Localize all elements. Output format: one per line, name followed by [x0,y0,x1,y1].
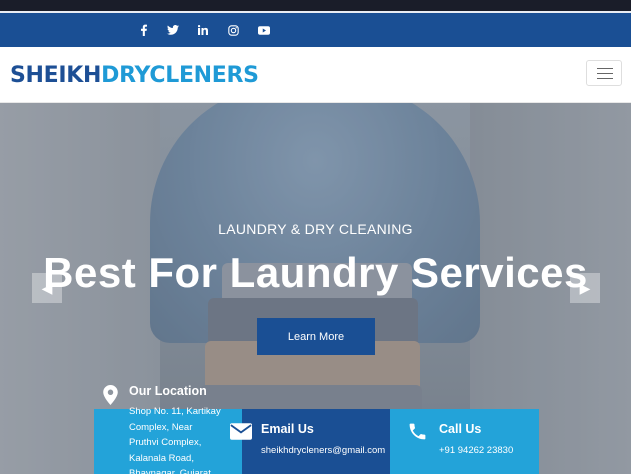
facebook-icon[interactable] [135,21,153,39]
logo-part-1: SHEIKH [10,63,102,88]
map-pin-icon [102,385,119,410]
chevron-right-icon[interactable]: ▶ [570,273,600,303]
address-line: Shop No. 11, Kartikay [129,406,221,417]
main-navbar: SHEIKHDRYCLENERS [0,47,631,103]
hero-carousel: LAUNDRY & DRY CLEANING Best For Laundry … [0,103,631,474]
email-title: Email Us [261,422,314,436]
top-strip [0,0,631,11]
twitter-icon[interactable] [164,21,182,39]
email-link[interactable]: sheikhdrycleners@gmail.com [261,443,389,459]
address-line: Pruthvi Complex, [129,437,202,448]
instagram-icon[interactable] [224,21,242,39]
address-line: Complex, Near [129,421,193,433]
hamburger-menu-icon[interactable] [586,60,622,86]
location-address: Shop No. 11, Kartikay Complex, Near Prut… [129,404,221,474]
site-logo[interactable]: SHEIKHDRYCLENERS [10,63,259,88]
email-card [242,409,390,474]
logo-part-2: DRYCLENERS [101,63,259,88]
hero-subtitle: LAUNDRY & DRY CLEANING [218,221,413,237]
chevron-left-icon[interactable]: ◀ [32,273,62,303]
hero-headline: Best For Laundry Services [43,249,588,296]
phone-icon [407,421,428,447]
linkedin-icon[interactable] [194,21,212,39]
envelope-icon [230,423,252,445]
learn-more-button[interactable]: Learn More [257,318,375,355]
call-title: Call Us [439,422,482,436]
location-title: Our Location [129,384,207,398]
address-line: Bhavnagar, Gujarat [129,468,211,474]
address-line: Kalanala Road, [129,452,194,464]
phone-link[interactable]: +91 94262 23830 [439,443,513,459]
social-bar [0,13,631,47]
youtube-icon[interactable] [255,21,273,39]
